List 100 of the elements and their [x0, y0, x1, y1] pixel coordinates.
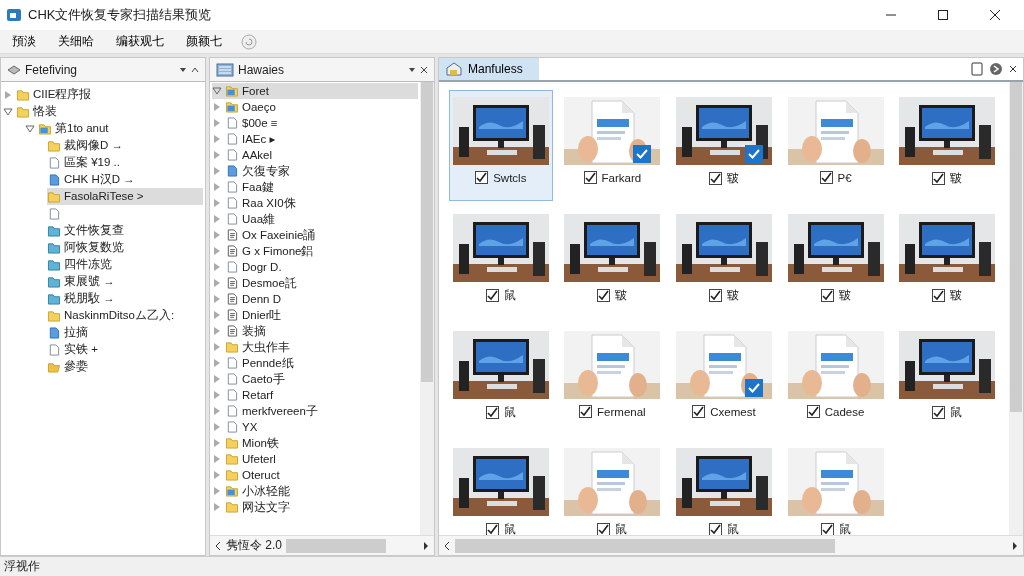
- list-item[interactable]: 小冰轻能: [242, 483, 290, 499]
- list-item[interactable]: Foret: [242, 83, 269, 99]
- thumbnail-card[interactable]: 鼠: [560, 441, 665, 535]
- toolbar-button[interactable]: 关细哈: [54, 31, 98, 52]
- checkbox[interactable]: [932, 172, 946, 185]
- close-icon[interactable]: [420, 65, 428, 74]
- list-item[interactable]: G x Fimone鋁: [242, 243, 314, 259]
- thumbnail-card[interactable]: 皲: [895, 90, 999, 201]
- collapsed-arrow-icon[interactable]: [212, 454, 222, 464]
- collapsed-arrow-icon[interactable]: [212, 438, 222, 448]
- list-item[interactable]: AAkel: [242, 147, 273, 163]
- tree-item[interactable]: 第1to anut: [55, 121, 109, 136]
- tree-item[interactable]: FasolaRiTese >: [64, 189, 144, 204]
- collapsed-arrow-icon[interactable]: [212, 230, 222, 240]
- checkbox[interactable]: [819, 171, 833, 184]
- checkbox[interactable]: [806, 405, 820, 418]
- list-item[interactable]: Dogr D.: [242, 259, 282, 275]
- collapsed-arrow-icon[interactable]: [212, 278, 222, 288]
- toolbar-button[interactable]: 编获观七: [112, 31, 168, 52]
- thumbnail-card[interactable]: 鼠: [449, 441, 553, 535]
- expanded-arrow-icon[interactable]: [212, 86, 222, 96]
- tree-item[interactable]: 拉摘: [64, 325, 88, 340]
- collapsed-arrow-icon[interactable]: [3, 89, 13, 100]
- tree-item[interactable]: 裁阀像D →: [64, 138, 123, 153]
- list-item[interactable]: YX: [242, 419, 258, 435]
- collapsed-arrow-icon[interactable]: [212, 470, 222, 480]
- collapsed-arrow-icon[interactable]: [212, 294, 222, 304]
- scrollbar[interactable]: [420, 82, 434, 535]
- expanded-arrow-icon[interactable]: [3, 106, 13, 117]
- collapsed-arrow-icon[interactable]: [212, 422, 222, 432]
- toolbar-button[interactable]: 預淡: [8, 31, 40, 52]
- checkbox[interactable]: [932, 406, 946, 419]
- collapsed-arrow-icon[interactable]: [212, 246, 222, 256]
- scrollbar[interactable]: [1009, 82, 1023, 535]
- thumbnail-card[interactable]: Fermenal: [560, 324, 665, 435]
- checkbox[interactable]: [579, 405, 593, 418]
- checkbox[interactable]: [709, 289, 722, 302]
- list-item[interactable]: 欠復专家: [242, 163, 290, 179]
- list-item[interactable]: Caeto手: [242, 371, 285, 387]
- checkbox[interactable]: [485, 523, 499, 535]
- list-item[interactable]: Dnier吐: [242, 307, 282, 323]
- checkbox[interactable]: [597, 289, 611, 302]
- list-item[interactable]: 网达文字: [242, 499, 290, 515]
- thumbnail-card[interactable]: 鼠: [449, 324, 553, 435]
- dropdown-icon[interactable]: [408, 65, 416, 74]
- checkbox[interactable]: [820, 289, 834, 302]
- thumbnail-card[interactable]: 皲: [672, 90, 776, 201]
- collapsed-arrow-icon[interactable]: [212, 150, 222, 160]
- list-item[interactable]: 大虫作丰: [242, 339, 290, 355]
- tree-item[interactable]: 恪装: [33, 104, 57, 119]
- thumbnail-card[interactable]: 鼠: [895, 324, 999, 435]
- tree-item[interactable]: NaskinmDitsoム乙入:: [64, 308, 175, 323]
- collapsed-arrow-icon[interactable]: [212, 502, 222, 512]
- list-item[interactable]: Oteruct: [242, 467, 280, 483]
- thumbnail-card[interactable]: 鼠: [783, 441, 888, 535]
- checkbox[interactable]: [709, 523, 722, 535]
- collapsed-arrow-icon[interactable]: [212, 326, 222, 336]
- collapsed-arrow-icon[interactable]: [212, 486, 222, 496]
- list-item[interactable]: Uaa維: [242, 211, 276, 227]
- refresh-icon[interactable]: [240, 32, 258, 51]
- tree-item[interactable]: 实铁 +: [64, 342, 98, 357]
- tree-item[interactable]: 區案 ¥19 ..: [64, 155, 120, 170]
- tree-row[interactable]: FasolaRiTese >: [47, 188, 203, 205]
- thumbnail-card[interactable]: Farkard: [560, 90, 665, 201]
- thumbnail-card[interactable]: 鼠: [449, 207, 553, 318]
- collapsed-arrow-icon[interactable]: [212, 102, 222, 112]
- checkbox[interactable]: [475, 171, 489, 184]
- collapsed-arrow-icon[interactable]: [212, 262, 222, 272]
- tree-item[interactable]: 東展號 →: [64, 274, 115, 289]
- checkbox[interactable]: [597, 523, 611, 535]
- list-item[interactable]: Denn D: [242, 291, 281, 307]
- checkbox[interactable]: [709, 172, 722, 185]
- expanded-arrow-icon[interactable]: [25, 123, 35, 134]
- tree-item[interactable]: CHK H汉D →: [64, 172, 135, 187]
- thumbnail-card[interactable]: 皲: [672, 207, 776, 318]
- list-row[interactable]: Foret: [212, 83, 418, 99]
- thumbnail-card[interactable]: 皲: [895, 207, 999, 318]
- tree-item[interactable]: 税朋駇 →: [64, 291, 115, 306]
- thumbnail-card[interactable]: 皲: [560, 207, 665, 318]
- checkbox[interactable]: [820, 523, 834, 535]
- collapse-icon[interactable]: [191, 65, 199, 74]
- collapsed-arrow-icon[interactable]: [212, 406, 222, 416]
- tree-item[interactable]: 參嬊: [64, 359, 88, 374]
- collapsed-arrow-icon[interactable]: [212, 342, 222, 352]
- close-icon[interactable]: [1009, 65, 1017, 73]
- tab[interactable]: Manfuless: [439, 58, 539, 80]
- list-item[interactable]: Оаеçо: [242, 99, 276, 115]
- list-item[interactable]: 装摘: [242, 323, 266, 339]
- list-item[interactable]: Desmoe託: [242, 275, 297, 291]
- checkbox[interactable]: [932, 289, 946, 302]
- tree-item[interactable]: 四件冻览: [64, 257, 112, 272]
- scroll-left-icon[interactable]: [214, 540, 222, 551]
- thumbnail-card[interactable]: 皲: [783, 207, 888, 318]
- checkbox[interactable]: [583, 171, 597, 184]
- list-item[interactable]: Ufeterl: [242, 451, 276, 467]
- list-item[interactable]: Faa鍵: [242, 179, 274, 195]
- collapsed-arrow-icon[interactable]: [212, 118, 222, 128]
- checkbox[interactable]: [692, 405, 706, 418]
- scroll-left-icon[interactable]: [443, 540, 451, 551]
- dropdown-icon[interactable]: [179, 65, 187, 74]
